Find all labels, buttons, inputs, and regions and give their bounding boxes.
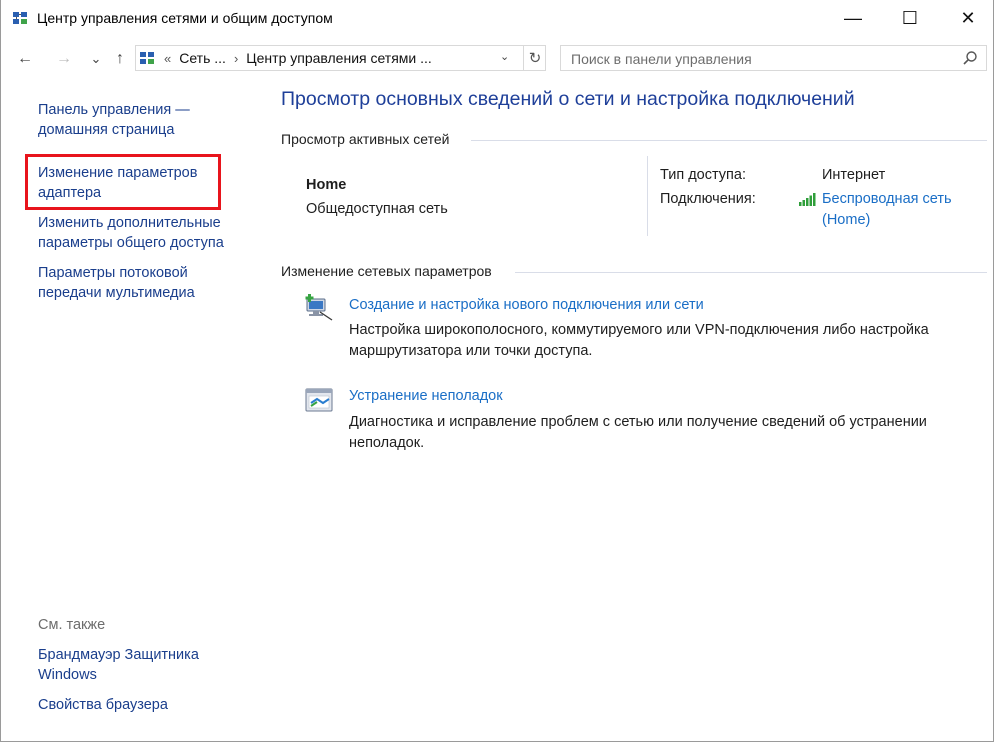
- description-line: неполадок.: [349, 435, 425, 451]
- divider: [471, 140, 987, 141]
- description-line: Диагностика и исправление проблем с сеть…: [349, 414, 927, 430]
- breadcrumb-network-center[interactable]: Центр управления сетями ...: [246, 50, 432, 66]
- task-new-connection-link[interactable]: Создание и настройка нового подключения …: [349, 295, 704, 316]
- network-center-icon: [140, 52, 154, 64]
- back-button[interactable]: ←: [14, 48, 36, 70]
- sidebar-item-label: параметры общего доступа: [38, 235, 224, 251]
- sidebar-item-label: домашняя страница: [38, 122, 175, 138]
- sidebar-item-label: передачи мультимедиа: [38, 285, 195, 301]
- up-button[interactable]: ↑: [109, 48, 131, 70]
- window: Центр управления сетями и общим доступом…: [0, 0, 994, 742]
- close-button[interactable]: ✕: [945, 0, 991, 36]
- refresh-button[interactable]: ↻: [523, 46, 546, 70]
- new-connection-icon: [305, 294, 333, 321]
- page-title: Просмотр основных сведений о сети и наст…: [281, 88, 855, 110]
- connection-link-label: (Home): [822, 212, 871, 228]
- breadcrumb-network[interactable]: Сеть ...: [179, 50, 226, 66]
- troubleshoot-icon: [305, 388, 333, 412]
- network-center-icon: [13, 12, 27, 24]
- connection-link[interactable]: Беспроводная сеть (Home): [822, 189, 952, 231]
- search-input[interactable]: Поиск в панели управления: [571, 51, 752, 67]
- sidebar-item-control-panel-home[interactable]: Панель управления — домашняя страница: [38, 100, 190, 140]
- forward-button[interactable]: →: [53, 48, 75, 70]
- sidebar-item-browser-properties[interactable]: Свойства браузера: [38, 695, 168, 715]
- see-also-heading: См. также: [38, 617, 106, 633]
- active-networks-heading: Просмотр активных сетей: [281, 131, 450, 147]
- access-type-value: Интернет: [822, 167, 886, 183]
- sidebar-item-advanced-sharing[interactable]: Изменить дополнительные параметры общего…: [38, 213, 224, 253]
- window-title: Центр управления сетями и общим доступом: [37, 10, 333, 26]
- description-line: маршрутизатора или точки доступа.: [349, 343, 593, 359]
- title-bar: Центр управления сетями и общим доступом…: [1, 0, 993, 36]
- network-type: Общедоступная сеть: [306, 201, 448, 217]
- sidebar-item-label: Параметры потоковой: [38, 265, 188, 281]
- breadcrumb-overflow[interactable]: «: [164, 51, 171, 66]
- highlight-frame: [25, 154, 221, 210]
- search-box[interactable]: Поиск в панели управления: [560, 45, 987, 71]
- sidebar-item-media-streaming[interactable]: Параметры потоковой передачи мультимедиа: [38, 263, 195, 303]
- divider: [647, 156, 648, 236]
- sidebar-item-label: Панель управления —: [38, 102, 190, 118]
- breadcrumb: « Сеть ... › Центр управления сетями ...: [164, 50, 440, 66]
- recent-locations-button[interactable]: ⌄: [85, 48, 107, 70]
- network-name: Home: [306, 177, 347, 193]
- sidebar-item-firewall[interactable]: Брандмауэр Защитника Windows: [38, 645, 199, 685]
- address-bar[interactable]: «Сеть ... › Центр управления сетями ... ⌄ …: [135, 45, 546, 71]
- connections-label: Подключения:: [660, 191, 756, 207]
- maximize-button[interactable]: ☐: [887, 0, 933, 36]
- chevron-right-icon[interactable]: ›: [234, 51, 238, 66]
- sidebar-item-label: Windows: [38, 667, 97, 683]
- task-troubleshoot-description: Диагностика и исправление проблем с сеть…: [349, 412, 927, 454]
- change-settings-heading: Изменение сетевых параметров: [281, 263, 492, 279]
- divider: [515, 272, 987, 273]
- address-dropdown-button[interactable]: ⌄: [500, 50, 509, 63]
- minimize-button[interactable]: —: [830, 0, 876, 36]
- task-troubleshoot-link[interactable]: Устранение неполадок: [349, 386, 503, 407]
- sidebar-item-label: Брандмауэр Защитника: [38, 647, 199, 663]
- sidebar-item-label: Изменить дополнительные: [38, 215, 221, 231]
- connection-link-label: Беспроводная сеть: [822, 191, 952, 207]
- description-line: Настройка широкополосного, коммутируемог…: [349, 322, 929, 338]
- task-new-connection-description: Настройка широкополосного, коммутируемог…: [349, 320, 929, 362]
- access-type-label: Тип доступа:: [660, 167, 746, 183]
- search-icon[interactable]: [962, 50, 978, 66]
- wifi-signal-icon: [799, 193, 816, 206]
